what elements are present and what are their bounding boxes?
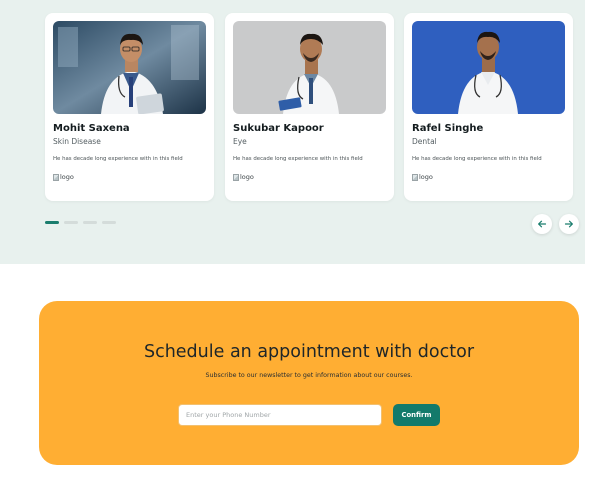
doctor-name: Mohit Saxena (53, 123, 130, 134)
doctor-logo: logo (412, 173, 433, 181)
doctor-description: He has decade long experience with in th… (412, 156, 542, 162)
doctor-card[interactable]: Mohit Saxena Skin Disease He has decade … (45, 13, 214, 201)
carousel-dot-1[interactable] (45, 221, 59, 224)
doctor-name: Rafel Singhe (412, 123, 484, 134)
doctors-section: Mohit Saxena Skin Disease He has decade … (0, 0, 585, 264)
scrollbar-track[interactable] (585, 0, 600, 264)
doctor-description: He has decade long experience with in th… (233, 156, 363, 162)
doctor-logo: logo (53, 173, 74, 181)
carousel-prev-button[interactable] (532, 214, 552, 234)
broken-image-icon (53, 173, 59, 181)
appointment-section: Schedule an appointment with doctor Subs… (39, 301, 579, 465)
doctor-specialty: Eye (233, 137, 247, 146)
logo-alt-text: logo (419, 173, 433, 181)
doctor-specialty: Skin Disease (53, 137, 101, 146)
confirm-button[interactable]: Confirm (393, 404, 440, 426)
doctor-logo: logo (233, 173, 254, 181)
carousel-dot-3[interactable] (83, 221, 97, 224)
carousel-pagination (45, 221, 116, 224)
carousel-next-button[interactable] (559, 214, 579, 234)
appointment-title: Schedule an appointment with doctor (143, 342, 475, 362)
broken-image-icon (233, 173, 239, 181)
doctor-photo (53, 21, 206, 114)
doctor-description: He has decade long experience with in th… (53, 156, 183, 162)
carousel-dot-2[interactable] (64, 221, 78, 224)
broken-image-icon (412, 173, 418, 181)
appointment-subtitle: Subscribe to our newsletter to get infor… (205, 372, 413, 379)
logo-alt-text: logo (60, 173, 74, 181)
carousel-dot-4[interactable] (102, 221, 116, 224)
doctor-photo (233, 21, 386, 114)
arrow-right-icon (564, 220, 573, 228)
doctor-name: Sukubar Kapoor (233, 123, 324, 134)
arrow-left-icon (538, 220, 547, 228)
logo-alt-text: logo (240, 173, 254, 181)
phone-number-input[interactable] (178, 404, 382, 426)
doctor-specialty: Dental (412, 137, 437, 146)
doctor-card[interactable]: Sukubar Kapoor Eye He has decade long ex… (225, 13, 394, 201)
doctor-card[interactable]: Rafel Singhe Dental He has decade long e… (404, 13, 573, 201)
doctor-photo (412, 21, 565, 114)
